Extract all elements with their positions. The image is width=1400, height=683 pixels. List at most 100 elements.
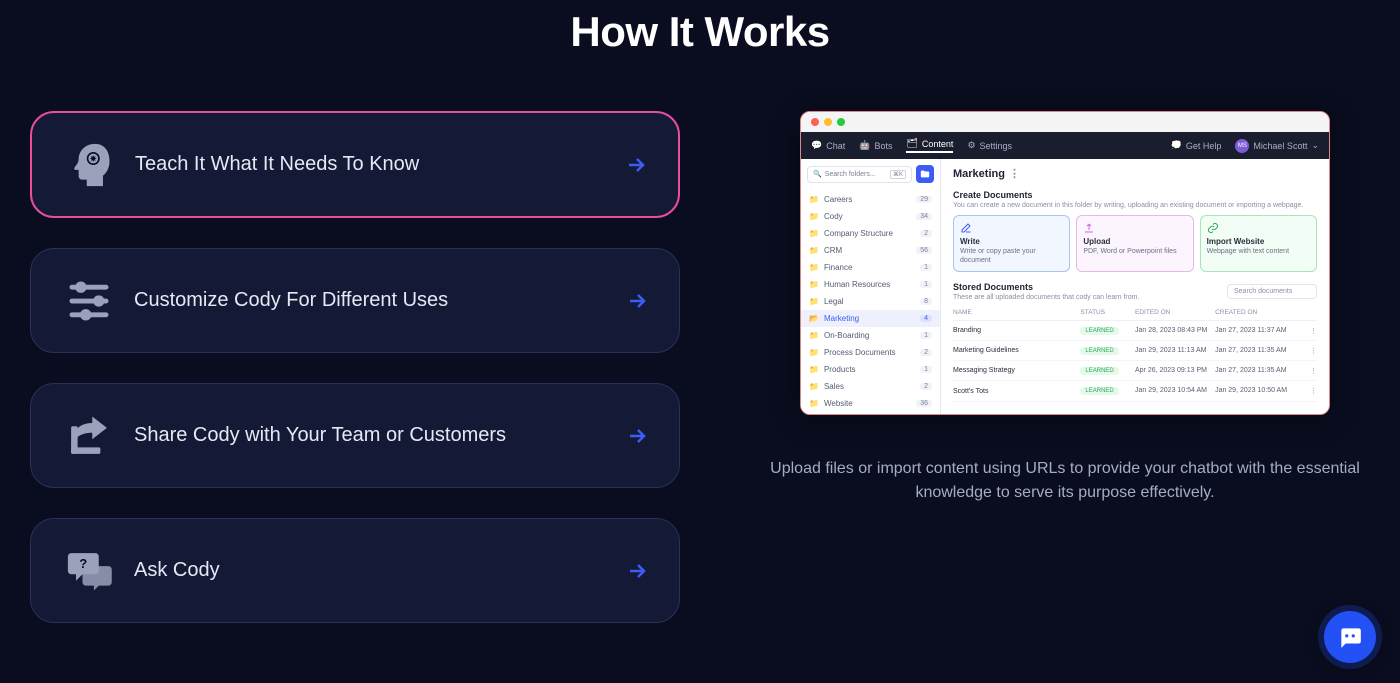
doc-edited: Jan 28, 2023 08:43 PM: [1135, 326, 1215, 335]
kbd-shortcut: ⌘K: [890, 170, 906, 179]
folder-icon: 📁: [809, 365, 819, 374]
folder-count: 2: [920, 230, 932, 237]
folder-name: Legal: [824, 297, 844, 306]
th-created: CREATED ON: [1215, 309, 1299, 316]
folder-item[interactable]: 📁Cody34: [801, 208, 940, 225]
row-menu-icon[interactable]: ⋮: [1299, 387, 1317, 395]
documents-table: NAME STATUS EDITED ON CREATED ON Brandin…: [953, 305, 1317, 401]
nav-gethelp[interactable]: 💭 Get Help: [1171, 140, 1222, 151]
doc-edited: Jan 29, 2023 11:13 AM: [1135, 346, 1215, 355]
step-label: Share Cody with Your Team or Customers: [116, 424, 625, 447]
folder-item[interactable]: 📂Marketing4: [801, 310, 940, 327]
folder-item[interactable]: 📁Careers29: [801, 191, 940, 208]
arrow-right-icon: [625, 559, 649, 583]
chat-question-icon: ?: [61, 543, 116, 598]
folder-icon: 📁: [809, 229, 819, 238]
folder-icon: 📁: [809, 382, 819, 391]
table-row[interactable]: Messaging StrategyLEARNEDApr 26, 2023 09…: [953, 361, 1317, 381]
search-folders-input[interactable]: 🔍 Search folders... ⌘K: [807, 166, 912, 183]
folder-item[interactable]: 📁On-Boarding1: [801, 327, 940, 344]
search-documents-input[interactable]: Search documents: [1227, 284, 1317, 299]
step-description: Upload files or import content using URL…: [760, 457, 1370, 505]
folder-item[interactable]: 📁Products1: [801, 361, 940, 378]
nav-content[interactable]: 🗂 Content: [906, 138, 953, 153]
create-import-card[interactable]: Import Website Webpage with text content: [1200, 215, 1317, 272]
folder-item[interactable]: 📁Process Documents2: [801, 344, 940, 361]
table-row[interactable]: Marketing GuidelinesLEARNEDJan 29, 2023 …: [953, 341, 1317, 361]
folder-count: 4: [920, 315, 932, 322]
folder-icon: 📁: [809, 263, 819, 272]
card-title: Import Website: [1207, 237, 1310, 246]
maximize-dot-icon: [837, 118, 845, 126]
folder-item[interactable]: 📁Website36: [801, 395, 940, 412]
nav-chat[interactable]: 💬 Chat: [811, 140, 845, 151]
folder-item[interactable]: 📁Company Structure2: [801, 225, 940, 242]
create-write-card[interactable]: Write Write or copy paste your document: [953, 215, 1070, 272]
new-folder-button[interactable]: [916, 165, 934, 183]
folder-name: Human Resources: [824, 280, 890, 289]
user-menu[interactable]: MS Michael Scott ⌄: [1235, 139, 1319, 153]
doc-name: Branding: [953, 327, 1080, 334]
folder-count: 1: [920, 281, 932, 288]
more-icon[interactable]: ⋮: [1009, 167, 1020, 180]
avatar: MS: [1235, 139, 1249, 153]
minimize-dot-icon: [824, 118, 832, 126]
folder-item[interactable]: 📁 Human Resources 1: [801, 276, 940, 293]
folder-item[interactable]: 📁 Legal 8: [801, 293, 940, 310]
folder-name: Marketing: [824, 314, 859, 323]
folder-name: On-Boarding: [824, 331, 869, 340]
nav-label: Chat: [826, 141, 845, 151]
step-ask[interactable]: ? Ask Cody: [30, 518, 680, 623]
folder-count: 29: [916, 196, 932, 203]
create-upload-card[interactable]: Upload PDF, Word or Powerpoint files: [1076, 215, 1193, 272]
folder-name: CRM: [824, 246, 842, 255]
gear-icon: ⚙: [967, 140, 975, 151]
doc-name: Marketing Guidelines: [953, 347, 1080, 354]
folder-item[interactable]: 📁Sales2: [801, 378, 940, 395]
folder-item[interactable]: 📁Finance1: [801, 259, 940, 276]
row-menu-icon[interactable]: ⋮: [1299, 327, 1317, 335]
step-share[interactable]: Share Cody with Your Team or Customers: [30, 383, 680, 488]
help-icon: 💭: [1171, 140, 1182, 151]
status-badge: LEARNED: [1080, 327, 1118, 335]
row-menu-icon[interactable]: ⋮: [1299, 367, 1317, 375]
arrow-right-icon: [624, 153, 648, 177]
nav-label: Settings: [980, 141, 1013, 151]
chat-widget-button[interactable]: [1324, 611, 1376, 663]
page-title: How It Works: [0, 0, 1400, 56]
th-status: STATUS: [1080, 309, 1135, 316]
step-customize[interactable]: Customize Cody For Different Uses: [30, 248, 680, 353]
status-badge: LEARNED: [1080, 367, 1118, 375]
card-title: Write: [960, 237, 1063, 246]
doc-name: Messaging Strategy: [953, 367, 1080, 374]
nav-bots[interactable]: 🤖 Bots: [859, 140, 892, 151]
th-name: NAME: [953, 309, 1080, 316]
main-panel: Marketing ⋮ Create Documents You can cre…: [941, 159, 1329, 414]
nav-settings[interactable]: ⚙ Settings: [967, 140, 1012, 151]
folder-sidebar: 🔍 Search folders... ⌘K 📁Careers29📁Cody34…: [801, 159, 941, 414]
folder-count: 8: [920, 298, 932, 305]
table-row[interactable]: Scott's TotsLEARNEDJan 29, 2023 10:54 AM…: [953, 381, 1317, 401]
user-name: Michael Scott: [1253, 141, 1307, 151]
folder-item[interactable]: 📁CRM56: [801, 242, 940, 259]
folder-icon: 📁: [809, 195, 819, 204]
search-icon: 🔍: [813, 170, 822, 178]
row-menu-icon[interactable]: ⋮: [1299, 347, 1317, 355]
steps-list: Teach It What It Needs To Know Customize…: [30, 111, 680, 623]
table-row[interactable]: BrandingLEARNEDJan 28, 2023 08:43 PMJan …: [953, 321, 1317, 341]
folder-icon: 📁: [809, 297, 819, 306]
folder-icon: 📁: [809, 331, 819, 340]
step-label: Ask Cody: [116, 559, 625, 582]
folder-name: Process Documents: [824, 348, 896, 357]
step-teach[interactable]: Teach It What It Needs To Know: [30, 111, 680, 218]
step-label: Teach It What It Needs To Know: [117, 153, 624, 176]
folder-count: 34: [916, 213, 932, 220]
arrow-right-icon: [625, 289, 649, 313]
folder-count: 56: [916, 247, 932, 254]
doc-created: Jan 27, 2023 11:35 AM: [1215, 366, 1299, 375]
card-sub: Webpage with text content: [1207, 247, 1310, 256]
chat-icon: 💬: [811, 140, 822, 151]
create-sub: You can create a new document in this fo…: [953, 202, 1317, 209]
folder-icon: 📁: [809, 280, 819, 289]
content-icon: 🗂: [906, 138, 917, 149]
